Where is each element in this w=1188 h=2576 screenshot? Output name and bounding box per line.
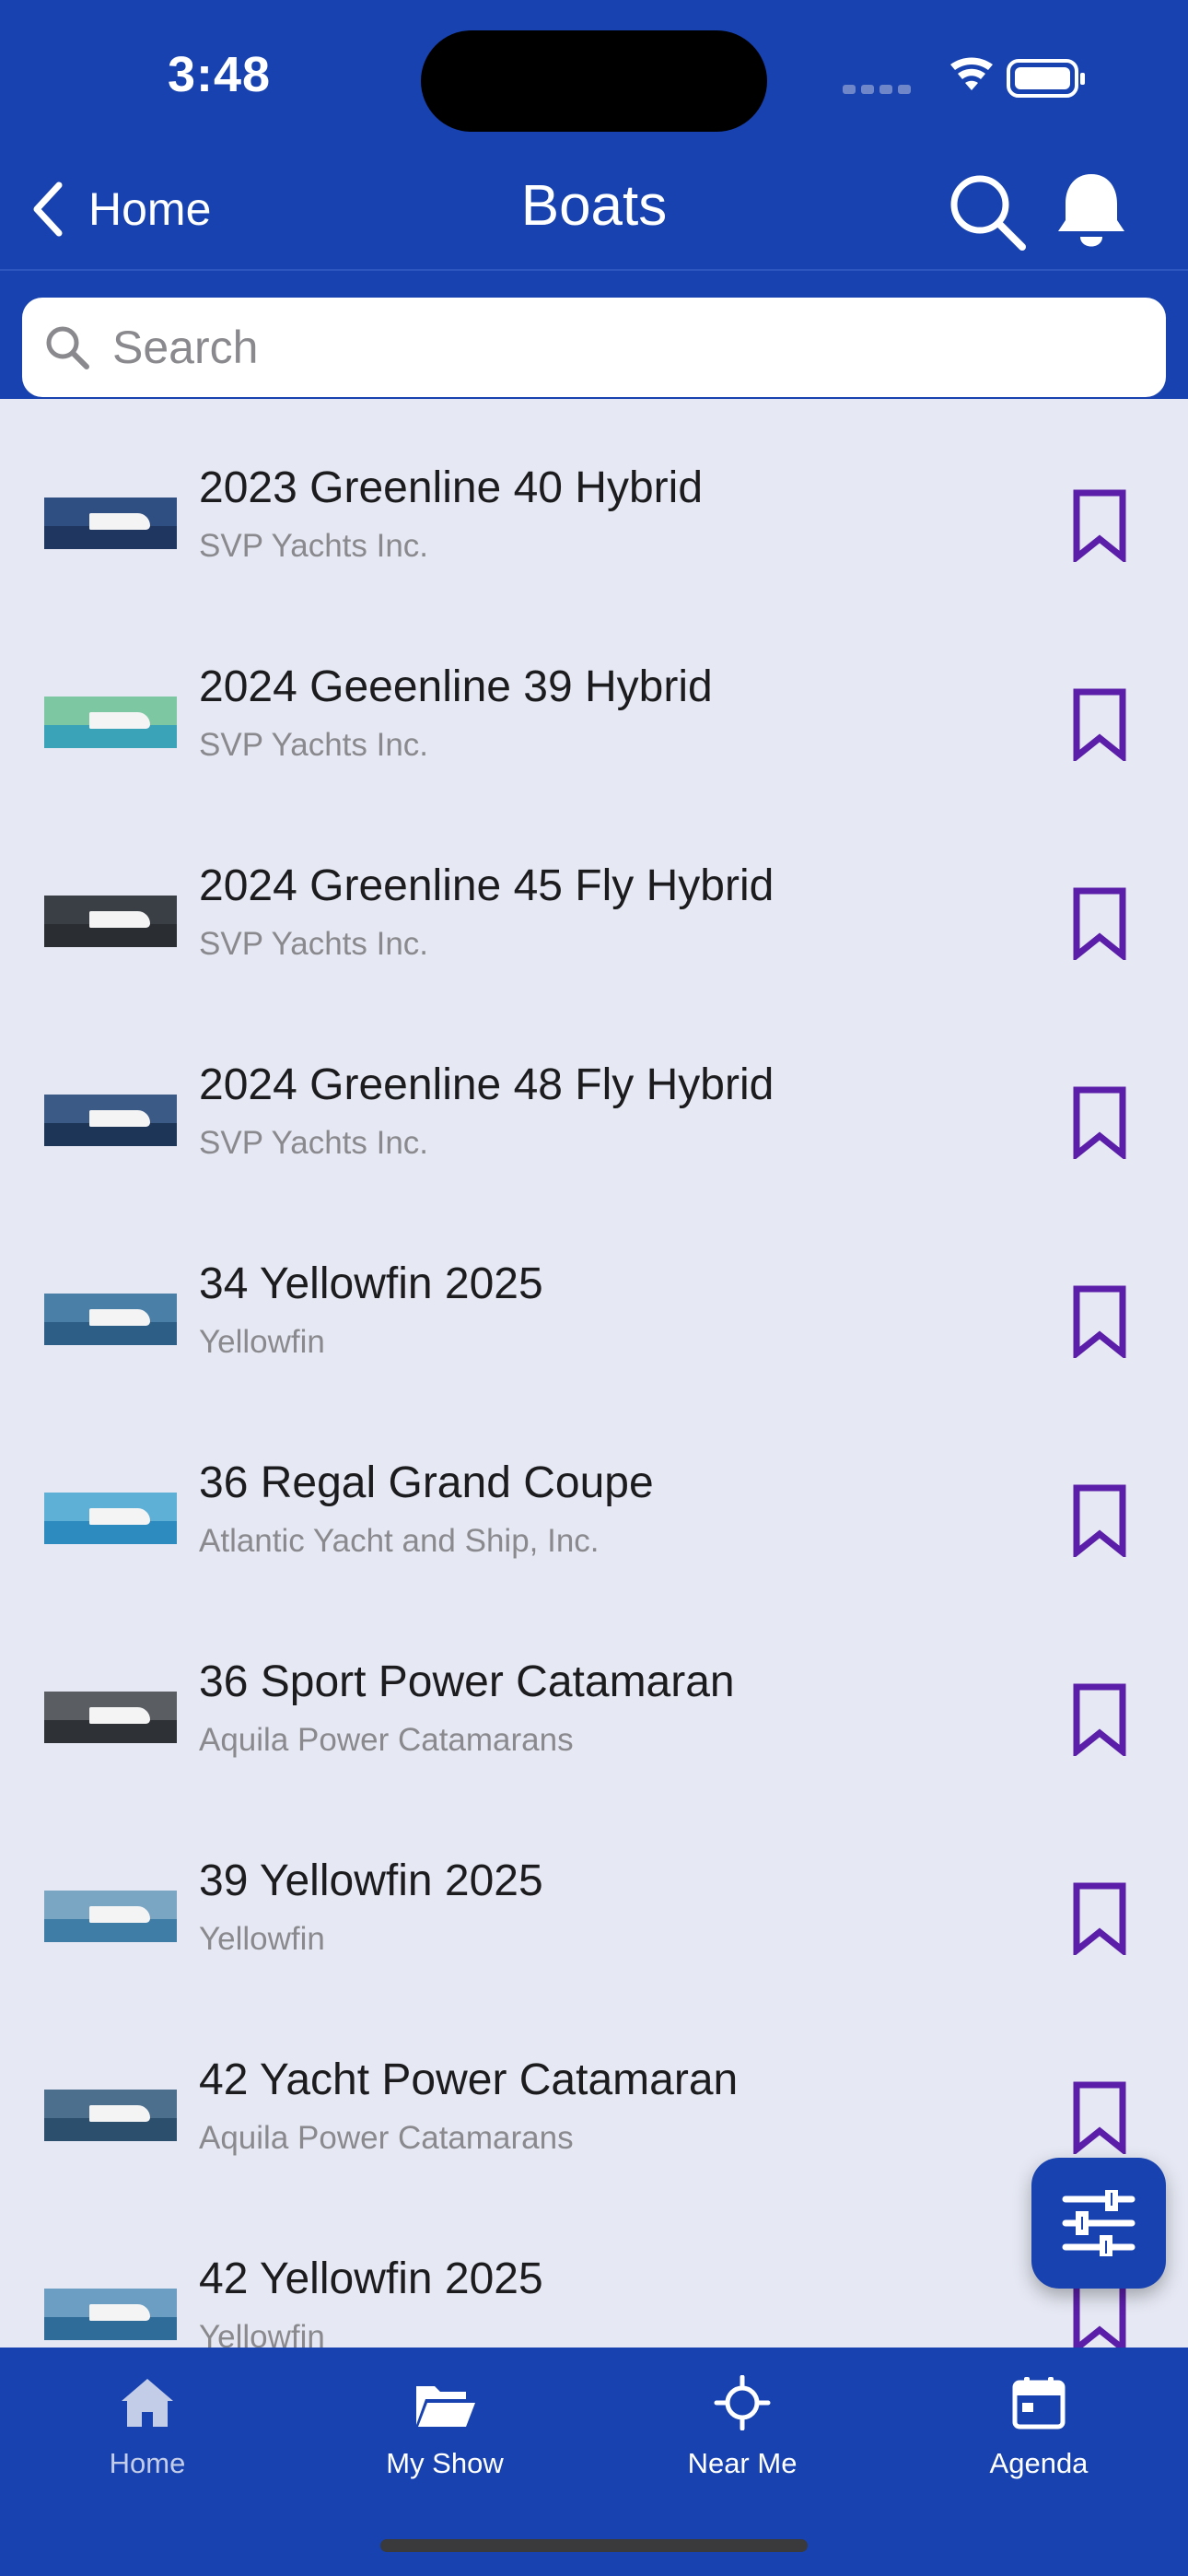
boat-title: 34 Yellowfin 2025: [199, 1259, 543, 1308]
tab-near-me-label: Near Me: [687, 2447, 798, 2479]
tab-my-show-label: My Show: [386, 2447, 504, 2479]
bookmark-icon[interactable]: [1072, 1483, 1127, 1557]
boat-list-item[interactable]: 42 Yacht Power Catamaran Aquila Power Cat…: [0, 2018, 1188, 2217]
boat-title: 42 Yellowfin 2025: [199, 2254, 543, 2303]
wifi-icon: [950, 57, 993, 90]
boat-thumbnail: [44, 1692, 177, 1743]
header-divider: [0, 269, 1188, 271]
battery-icon: [1007, 59, 1085, 98]
boat-thumbnail: [44, 1891, 177, 1942]
home-indicator: [380, 2539, 808, 2552]
boat-thumbnail: [44, 1095, 177, 1146]
bookmark-icon[interactable]: [1072, 687, 1127, 761]
boat-exhibitor: SVP Yachts Inc.: [199, 926, 429, 962]
boat-title: 36 Sport Power Catamaran: [199, 1657, 735, 1706]
bookmark-icon[interactable]: [1072, 1085, 1127, 1159]
boat-title: 42 Yacht Power Catamaran: [199, 2055, 739, 2104]
boat-thumbnail: [44, 2289, 177, 2340]
status-icons: [843, 57, 1085, 98]
home-icon: [122, 2379, 173, 2427]
boat-list-item[interactable]: 39 Yellowfin 2025 Yellowfin: [0, 1819, 1188, 2018]
calendar-icon: [1012, 2377, 1066, 2430]
boat-exhibitor: Aquila Power Catamarans: [199, 1722, 574, 1758]
boat-list-item[interactable]: 2024 Greenline 45 Fly Hybrid SVP Yachts I…: [0, 824, 1188, 1023]
search-input[interactable]: [112, 321, 1033, 374]
boat-exhibitor: SVP Yachts Inc.: [199, 1125, 429, 1161]
boat-exhibitor: Yellowfin: [199, 1324, 325, 1360]
boat-exhibitor: Aquila Power Catamarans: [199, 2120, 574, 2156]
tab-home[interactable]: Home: [37, 2375, 258, 2513]
boat-list: 2023 Greenline 40 Hybrid SVP Yachts Inc. 2…: [0, 426, 1188, 2348]
bookmark-icon[interactable]: [1072, 1682, 1127, 1756]
bookmark-icon[interactable]: [1072, 1881, 1127, 1955]
boat-title: 39 Yellowfin 2025: [199, 1856, 543, 1905]
boat-title: 2024 Geeenline 39 Hybrid: [199, 662, 713, 711]
bell-icon[interactable]: [1054, 170, 1128, 250]
folder-icon: [416, 2386, 475, 2427]
tab-agenda-label: Agenda: [989, 2447, 1089, 2479]
tab-near-me[interactable]: Near Me: [632, 2375, 853, 2513]
bookmark-icon[interactable]: [1072, 2080, 1127, 2154]
tab-agenda[interactable]: Agenda: [928, 2375, 1149, 2513]
boat-list-item[interactable]: 2023 Greenline 40 Hybrid SVP Yachts Inc.: [0, 426, 1188, 625]
boat-title: 2023 Greenline 40 Hybrid: [199, 463, 704, 512]
boat-thumbnail: [44, 1493, 177, 1544]
boat-list-item[interactable]: 2024 Greenline 48 Fly Hybrid SVP Yachts I…: [0, 1023, 1188, 1222]
boat-exhibitor: SVP Yachts Inc.: [199, 727, 429, 763]
status-time: 3:48: [168, 47, 272, 102]
bookmark-icon[interactable]: [1072, 1284, 1127, 1358]
search-icon: [46, 326, 89, 369]
boat-thumbnail: [44, 697, 177, 748]
bookmark-icon[interactable]: [1072, 2279, 1127, 2348]
boat-list-item[interactable]: 36 Sport Power Catamaran Aquila Power Cat…: [0, 1620, 1188, 1819]
tab-my-show[interactable]: My Show: [334, 2375, 555, 2513]
navigation-header: 3:48 Home Boats: [0, 0, 1188, 399]
bookmark-icon[interactable]: [1072, 488, 1127, 562]
bookmark-icon[interactable]: [1072, 886, 1127, 960]
boat-title: 2024 Greenline 45 Fly Hybrid: [199, 861, 775, 910]
boat-exhibitor: Atlantic Yacht and Ship, Inc.: [199, 1523, 600, 1559]
boat-list-item[interactable]: 2024 Geeenline 39 Hybrid SVP Yachts Inc.: [0, 625, 1188, 824]
tab-home-label: Home: [109, 2447, 186, 2479]
dynamic-island: [421, 30, 767, 132]
signal-icon: [843, 85, 911, 94]
crosshair-icon: [714, 2375, 771, 2430]
boat-exhibitor: SVP Yachts Inc.: [199, 528, 429, 564]
boat-thumbnail: [44, 1294, 177, 1345]
boat-list-item[interactable]: 36 Regal Grand Coupe Atlantic Yacht and S…: [0, 1421, 1188, 1620]
boat-title: 36 Regal Grand Coupe: [199, 1458, 654, 1507]
boat-exhibitor: Yellowfin: [199, 1921, 325, 1957]
boat-title: 2024 Greenline 48 Fly Hybrid: [199, 1060, 775, 1109]
boat-thumbnail: [44, 896, 177, 947]
search-icon[interactable]: [949, 173, 1026, 251]
boat-exhibitor: Yellowfin: [199, 2319, 325, 2348]
boat-list-item[interactable]: 34 Yellowfin 2025 Yellowfin: [0, 1222, 1188, 1421]
boat-thumbnail: [44, 2090, 177, 2141]
boat-thumbnail: [44, 498, 177, 549]
boat-list-item[interactable]: 42 Yellowfin 2025 Yellowfin: [0, 2217, 1188, 2348]
search-bar[interactable]: [22, 298, 1166, 397]
filter-button[interactable]: [1031, 2158, 1166, 2289]
sliders-icon: [1062, 2190, 1136, 2256]
